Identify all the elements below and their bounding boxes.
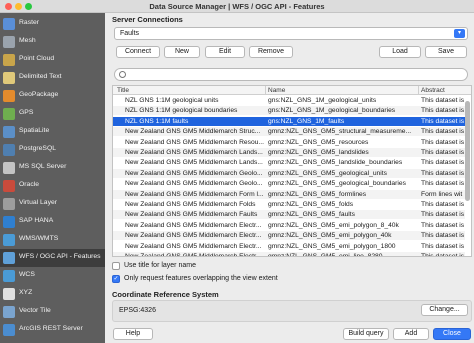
close-button[interactable]: Close [433,328,471,340]
sidebar-item-label: ArcGIS REST Server [19,325,83,332]
help-button[interactable]: Help [113,328,153,340]
sidebar-item-wcs[interactable]: WCS [0,267,105,285]
change-crs-button[interactable]: Change... [421,304,468,316]
oracle-icon [3,180,15,192]
wfs-icon [3,252,15,264]
geopackage-icon [3,90,15,102]
sidebar-item-label: GeoPackage [19,91,59,98]
sidebar-item-mssql[interactable]: MS SQL Server [0,159,105,177]
sidebar-item-oracle[interactable]: Oracle [0,177,105,195]
gps-icon [3,108,15,120]
postgresql-icon [3,144,15,156]
sidebar-item-vector-tile[interactable]: Vector Tile [0,303,105,321]
sidebar-item-delimited-text[interactable]: Delimited Text [0,69,105,87]
add-button[interactable]: Add [393,328,429,340]
sidebar-item-sap-hana[interactable]: SAP HANA [0,213,105,231]
bottom-overlay: EPSG:4326 Change... Help Build query Add Clos… [109,0,474,343]
mesh-icon [3,36,15,48]
sidebar-item-label: MS SQL Server [19,163,67,170]
crs-code: EPSG:4326 [119,307,156,314]
sidebar-item-wms-wmts[interactable]: WMS/WMTS [0,231,105,249]
sidebar-item-postgresql[interactable]: PostgreSQL [0,141,105,159]
point-cloud-icon [3,54,15,66]
sidebar-item-label: Vector Tile [19,307,51,314]
sidebar-item-label: Delimited Text [19,73,62,80]
sidebar-item-label: WMS/WMTS [19,235,59,242]
wcs-icon [3,270,15,282]
sidebar-item-label: XYZ [19,289,33,296]
sidebar-item-label: Point Cloud [19,55,55,62]
build-query-button[interactable]: Build query [343,328,389,340]
sidebar-item-geopackage[interactable]: GeoPackage [0,87,105,105]
sap-hana-icon [3,216,15,228]
sidebar-item-label: Raster [19,19,40,26]
sidebar-item-point-cloud[interactable]: Point Cloud [0,51,105,69]
crs-box [112,300,472,322]
sidebar-item-label: WCS [19,271,35,278]
sidebar-item-virtual-layer[interactable]: Virtual Layer [0,195,105,213]
source-sidebar: Raster Mesh Point Cloud Delimited Text GeoPa… [0,13,105,343]
mssql-icon [3,162,15,174]
sidebar-item-raster[interactable]: Raster [0,15,105,33]
sidebar-item-label: GPS [19,109,34,116]
sidebar-item-label: PostgreSQL [19,145,57,152]
sidebar-item-label: Oracle [19,181,40,188]
virtual-layer-icon [3,198,15,210]
raster-icon [3,18,15,30]
sidebar-item-wfs[interactable]: WFS / OGC API - Features [0,249,105,267]
sidebar-item-xyz[interactable]: XYZ [0,285,105,303]
sidebar-item-label: Virtual Layer [19,199,58,206]
vector-tile-icon [3,306,15,318]
sidebar-item-label: WFS / OGC API - Features [19,253,101,260]
arcgis-rest-icon [3,324,15,336]
xyz-icon [3,288,15,300]
spatialite-icon [3,126,15,138]
sidebar-item-gps[interactable]: GPS [0,105,105,123]
sidebar-item-mesh[interactable]: Mesh [0,33,105,51]
wms-wmts-icon [3,234,15,246]
delimited-text-icon [3,72,15,84]
sidebar-item-spatialite[interactable]: SpatiaLite [0,123,105,141]
sidebar-item-label: SpatiaLite [19,127,50,134]
sidebar-item-label: SAP HANA [19,217,54,224]
sidebar-item-arcgis-rest[interactable]: ArcGIS REST Server [0,321,105,339]
sidebar-item-label: Mesh [19,37,36,44]
